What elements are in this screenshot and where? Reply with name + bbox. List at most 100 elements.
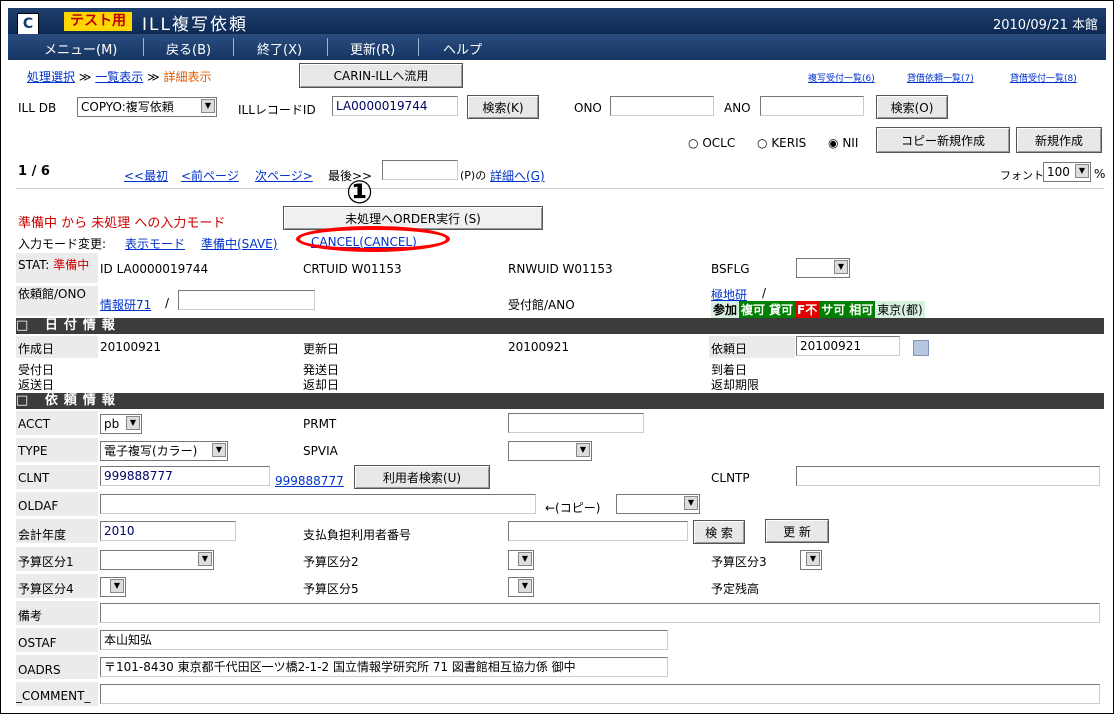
chevron-down-icon: ▼ [198, 552, 212, 566]
flag-strip: 参加 複可 貸可 F不 サ可 相可 東京(都) [711, 301, 925, 318]
carin-ill-button[interactable]: CARIN-ILLへ流用 [299, 63, 463, 88]
clnt-link[interactable]: 999888777 [275, 474, 344, 488]
section-square-icon: □ [16, 318, 45, 333]
illdb-select[interactable]: COPYO:複写依頼 ▼ [77, 97, 217, 117]
font-size-select[interactable]: 100 ▼ [1043, 162, 1091, 182]
oldaf-copy-select[interactable]: ▼ [616, 494, 700, 514]
req-date-label: 依頼日 [711, 342, 748, 356]
prmt-label: PRMT [303, 417, 337, 431]
memo-input[interactable] [100, 603, 1100, 623]
bsflg-select[interactable]: ▼ [796, 258, 850, 278]
kyoku-slash: / [762, 286, 767, 300]
prev-page-link[interactable]: <前ページ [181, 167, 239, 184]
search-k-button[interactable]: 検索(K) [467, 95, 539, 119]
ano-input[interactable] [760, 96, 864, 116]
recv-lib-label: 受付館/ANO [508, 298, 575, 312]
ostaf-input[interactable]: 本山知弘 [100, 630, 668, 650]
display-mode-link[interactable]: 表示モード [125, 235, 185, 252]
recid-input[interactable]: LA0000019744 [332, 96, 458, 116]
radio-keris-label: KERIS [771, 136, 807, 150]
budget2-select[interactable]: ▼ [508, 550, 534, 570]
menu-item-refresh[interactable]: 更新(R) [350, 39, 395, 58]
flag-region: 東京(都) [875, 301, 925, 318]
highlight-ellipse [296, 226, 450, 252]
oadrs-input[interactable]: 〒101-8430 東京都千代田区一ツ橋2-1-2 国立情報学研究所 71 図書… [100, 657, 668, 677]
menu-item-menu[interactable]: メニュー(M) [44, 39, 117, 58]
clnt-input[interactable]: 999888777 [100, 466, 270, 486]
chevron-down-icon: ▼ [518, 579, 532, 593]
illdb-label: ILL DB [18, 101, 57, 115]
user-search-button[interactable]: 利用者検索(U) [354, 465, 490, 489]
req-lib-link[interactable]: 情報研71 [100, 296, 151, 313]
clntp-input[interactable] [796, 466, 1100, 486]
font-unit: % [1094, 167, 1106, 181]
budget1-select[interactable]: ▼ [100, 550, 214, 570]
spvia-label: SPVIA [303, 444, 338, 458]
breadcrumb: 処理選択 ≫ 一覧表示 ≫ 詳細表示 [27, 68, 211, 85]
crtuid: CRTUID W01153 [303, 262, 402, 276]
acct-select[interactable]: pb ▼ [100, 414, 142, 434]
menu-separator [233, 38, 234, 56]
budget2-label: 予算区分2 [303, 555, 359, 569]
date-section-title: 日付情報 [44, 318, 121, 333]
order-execute-button[interactable]: 未処理へORDER実行 (S) [283, 206, 543, 230]
breadcrumb-separator: ≫ [78, 70, 92, 84]
return-date-label: 返送日 [18, 378, 55, 392]
req-lib-label: 依頼館/ONO [18, 287, 86, 301]
radio-nii[interactable]: ◉ NII [828, 136, 858, 150]
due-date-label: 返却期限 [711, 378, 760, 392]
oldaf-input[interactable] [100, 494, 536, 514]
radio-icon: ○ [688, 136, 699, 150]
next-page-link[interactable]: 次ページ> [255, 167, 313, 184]
payer-label: 支払負担利用者番号 [303, 528, 412, 542]
copy-receive-list-link[interactable]: 複写受付一覧(6) [808, 71, 875, 84]
radio-oclc-label: OCLC [702, 136, 736, 150]
payer-update-button[interactable]: 更 新 [765, 519, 829, 543]
menu-item-help[interactable]: ヘルプ [443, 39, 482, 58]
breadcrumb-list[interactable]: 一覧表示 [95, 70, 143, 84]
divider [16, 188, 1104, 189]
comment-input[interactable] [100, 684, 1100, 704]
flag-service: サ可 [819, 301, 848, 318]
input-mode-text: 準備中 から 未処理 への入力モード [18, 216, 226, 231]
spvia-select[interactable]: ▼ [508, 441, 592, 461]
radio-keris[interactable]: ○ KERIS [757, 136, 806, 150]
chevron-down-icon: ▼ [110, 579, 124, 593]
budget5-select[interactable]: ▼ [508, 577, 534, 597]
radio-oclc[interactable]: ○ OCLC [688, 136, 735, 150]
type-select[interactable]: 電子複写(カラー) ▼ [100, 441, 228, 461]
payer-input[interactable] [508, 521, 688, 541]
new-button[interactable]: 新規作成 [1016, 127, 1102, 153]
returned-date-label: 返却日 [303, 378, 340, 392]
req-date-input[interactable]: 20100921 [796, 336, 900, 356]
page-number-input[interactable] [382, 160, 458, 180]
ono-field[interactable] [178, 290, 315, 310]
save-mode-link[interactable]: 準備中(SAVE) [201, 235, 277, 252]
fiscal-year-input[interactable]: 2010 [100, 521, 236, 541]
bsflg-label: BSFLG [711, 262, 750, 276]
chevron-down-icon: ▼ [834, 260, 848, 274]
req-slash: / [165, 296, 170, 310]
breadcrumb-select[interactable]: 処理選択 [27, 70, 75, 84]
calendar-icon[interactable] [913, 340, 929, 356]
detail-link[interactable]: 詳細へ(G) [490, 167, 545, 184]
loan-request-list-link[interactable]: 貸借依頼一覧(7) [907, 71, 974, 84]
menu-separator [143, 38, 144, 56]
loan-receive-list-link[interactable]: 貸借受付一覧(8) [1010, 71, 1077, 84]
prmt-input[interactable] [508, 413, 644, 433]
mode-change-label: 入力モード変更: [18, 237, 107, 251]
payer-search-button[interactable]: 検 索 [693, 520, 745, 544]
ono-input[interactable] [610, 96, 714, 116]
section-square-icon: □ [16, 393, 45, 408]
chevron-down-icon: ▼ [806, 552, 820, 566]
menu-item-back[interactable]: 戻る(B) [166, 39, 211, 58]
font-size-value: 100 [1047, 165, 1070, 179]
updated-value: 20100921 [508, 340, 570, 354]
updated-label: 更新日 [303, 342, 340, 356]
menu-item-exit[interactable]: 終了(X) [257, 39, 302, 58]
search-o-button[interactable]: 検索(O) [876, 95, 948, 119]
budget4-select[interactable]: ▼ [100, 577, 126, 597]
first-page-link[interactable]: <<最初 [124, 167, 168, 184]
budget3-select[interactable]: ▼ [800, 550, 822, 570]
copy-new-button[interactable]: コピー新規作成 [876, 127, 1010, 153]
